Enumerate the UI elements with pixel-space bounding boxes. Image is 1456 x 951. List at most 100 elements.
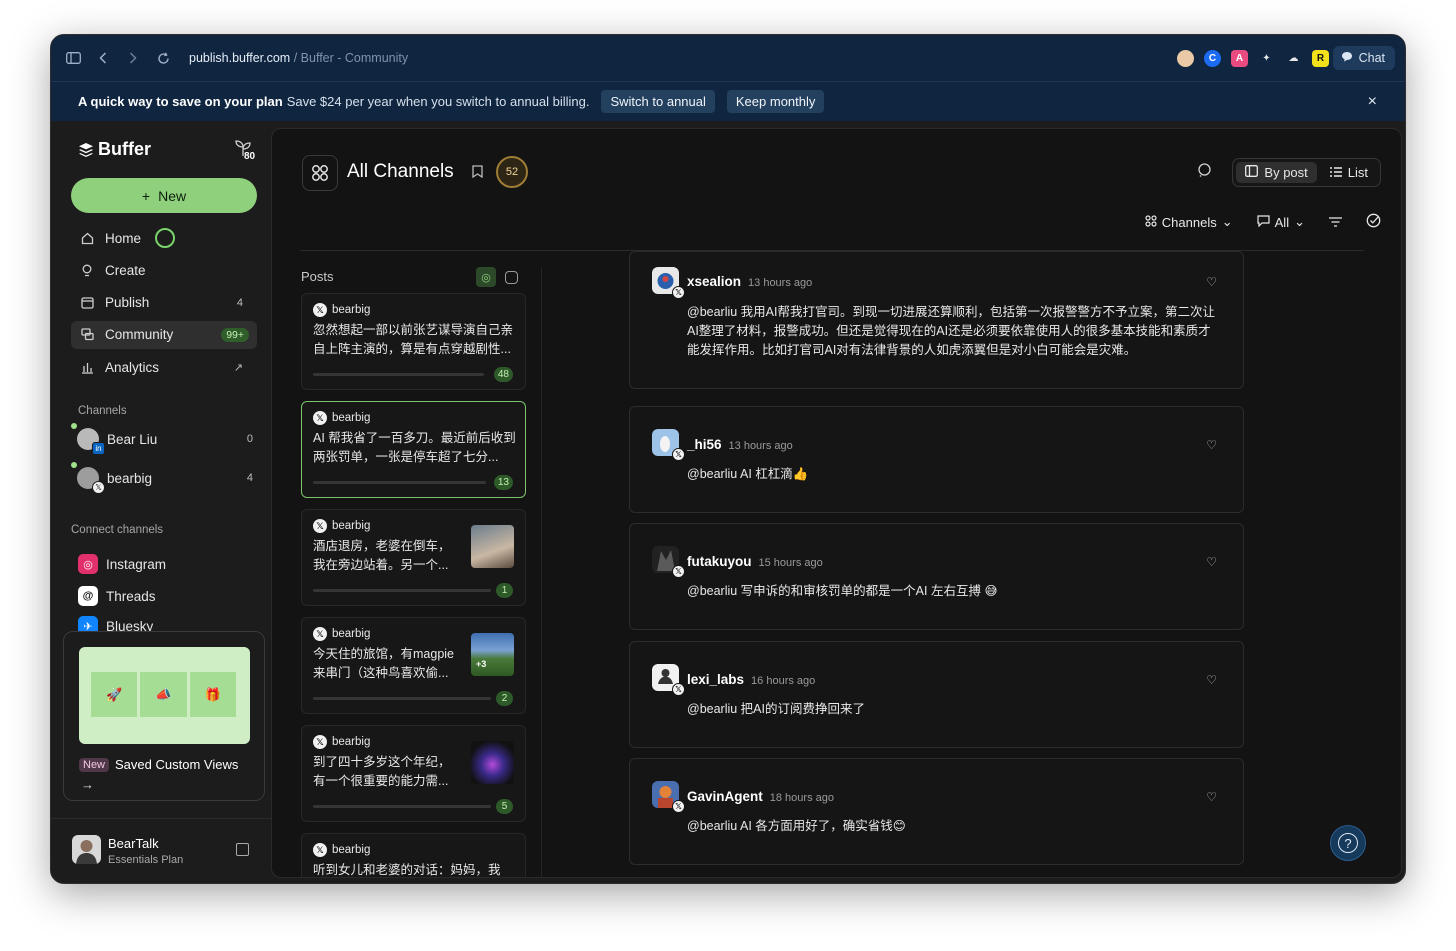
view-list-label: List <box>1347 165 1368 180</box>
avatar: 𝕏 <box>652 546 685 578</box>
channel-bear-liu[interactable]: in Bear Liu 0 <box>71 423 257 455</box>
connect-bluesky[interactable]: ✈ Bluesky <box>78 616 153 632</box>
post-card[interactable]: 𝕏bearbig 酒店退房，老婆在倒车，我在旁边站着。另一个... 1 <box>301 509 526 606</box>
home-icon <box>81 232 95 245</box>
saved-views-promo[interactable]: 🚀 📣 🎁 New Saved Custom Views → <box>63 631 265 801</box>
x-icon: 𝕏 <box>313 303 327 317</box>
main-nav: Home Create Publish 4 Community 99+ Anal… <box>71 224 257 385</box>
sort-icon[interactable] <box>1329 215 1342 230</box>
reply-card[interactable]: 𝕏 GavinAgent 18 hours ago ♡ @bearliu AI 各… <box>629 758 1244 865</box>
score-badge[interactable]: 52 <box>496 156 528 188</box>
user-footer[interactable]: BearTalk Essentials Plan <box>51 818 271 883</box>
plant-count: 80 <box>244 151 256 162</box>
linkedin-icon: in <box>92 442 105 455</box>
reply-text: @bearliu 写申诉的和审核罚单的都是一个AI 左右互搏 😅 <box>687 584 998 598</box>
help-button[interactable]: ? <box>1330 825 1366 861</box>
post-card[interactable]: 𝕏bearbig 今天住的旅馆，有magpie来串门（这种鸟喜欢偷... +3 … <box>301 617 526 714</box>
filter-bar: Channels ⌄ All ⌄ <box>1145 213 1381 231</box>
reply-card[interactable]: 𝕏 _hi56 13 hours ago ♡ @bearliu AI 杠杠滴👍 <box>629 406 1244 513</box>
reply-author: xsealion 13 hours ago <box>687 274 813 289</box>
post-progress-bar <box>313 481 486 484</box>
user-name: BearTalk <box>108 836 159 851</box>
keep-monthly-button[interactable]: Keep monthly <box>726 90 825 113</box>
panel-icon[interactable] <box>505 271 518 284</box>
nav-label: Home <box>105 230 142 246</box>
channels-filter-dropdown[interactable]: Channels ⌄ <box>1145 214 1233 230</box>
extension-gift-icon[interactable]: ✦ <box>1258 50 1275 67</box>
reply-card[interactable]: 𝕏 xsealion 13 hours ago ♡ @bearliu 我用AI帮我… <box>629 251 1244 389</box>
post-progress-bar <box>313 373 484 376</box>
post-progress-bar <box>313 589 491 592</box>
lightbulb-icon <box>81 264 95 277</box>
bookmark-icon[interactable] <box>472 165 483 181</box>
banner-close-icon[interactable]: × <box>1368 93 1377 111</box>
channels-filter-label: Channels <box>1161 214 1217 230</box>
reply-author: futakuyou 15 hours ago <box>687 554 823 569</box>
post-reply-count: 13 <box>493 475 513 490</box>
x-icon: 𝕏 <box>672 800 685 813</box>
chat-button[interactable]: Chat <box>1332 46 1395 70</box>
connect-label: Bluesky <box>106 619 154 632</box>
post-card-selected[interactable]: 𝕏bearbig AI 帮我省了一百多刀。最近前后收到两张罚单，一张是停车超了七… <box>301 401 526 498</box>
post-author: bearbig <box>332 520 371 532</box>
plus-icon: + <box>141 187 151 204</box>
reply-card[interactable]: 𝕏 lexi_labs 16 hours ago ♡ @bearliu 把AI的订… <box>629 641 1244 748</box>
post-card[interactable]: 𝕏bearbig 忽然想起一部以前张艺谋导演自己亲自上阵主演的，算是有点穿越剧性… <box>301 293 526 390</box>
heart-icon[interactable]: ♡ <box>1206 673 1217 687</box>
extension-cloud-icon[interactable]: ☁ <box>1285 50 1302 67</box>
external-link-icon: ↗ <box>233 361 243 374</box>
switch-annual-button[interactable]: Switch to annual <box>601 90 715 113</box>
more-images-label: +3 <box>476 659 487 669</box>
chevron-down-icon: ⌄ <box>1294 214 1305 229</box>
nav-item-community[interactable]: Community 99+ <box>71 320 257 349</box>
arrow-right-icon[interactable]: → <box>81 777 94 792</box>
address-bar[interactable]: publish.buffer.com / Buffer - Community <box>189 51 408 65</box>
reply-time: 13 hours ago <box>728 440 793 452</box>
nav-item-create[interactable]: Create <box>71 256 257 284</box>
extension-c-icon[interactable]: C <box>1204 50 1221 67</box>
view-by-post-button[interactable]: By post <box>1236 162 1317 183</box>
heart-icon[interactable]: ♡ <box>1206 275 1217 289</box>
main-panel: All Channels 52 By post List Channels ⌄ … <box>271 128 1402 878</box>
post-card[interactable]: 𝕏bearbig 到了四十多岁这个年纪，有一个很重要的能力需... 5 <box>301 725 526 822</box>
channel-bearbig[interactable]: 𝕏 bearbig 4 <box>71 462 257 494</box>
check-circle-icon[interactable] <box>1366 213 1381 231</box>
x-icon: 𝕏 <box>313 735 327 749</box>
reload-icon[interactable] <box>155 50 171 66</box>
conversation-icon[interactable] <box>1197 163 1212 182</box>
heart-icon[interactable]: ♡ <box>1206 555 1217 569</box>
extension-r-icon[interactable]: R <box>1312 50 1329 67</box>
instagram-icon: ◎ <box>78 554 98 574</box>
forward-icon[interactable] <box>125 50 141 66</box>
camera-icon[interactable]: ◎ <box>476 267 496 287</box>
post-card[interactable]: 𝕏bearbig 听到女儿和老婆的对话：妈妈，我 <box>301 833 526 877</box>
post-author: bearbig <box>332 412 371 424</box>
buffer-logo[interactable]: Buffer <box>78 139 151 160</box>
nav-item-analytics[interactable]: Analytics ↗ <box>71 353 257 381</box>
nav-item-publish[interactable]: Publish 4 <box>71 289 257 317</box>
x-icon: 𝕏 <box>313 627 327 641</box>
nav-item-home[interactable]: Home <box>71 224 257 252</box>
collapse-sidebar-icon[interactable] <box>236 843 249 856</box>
plant-icon[interactable]: 80 <box>234 139 256 162</box>
connect-instagram[interactable]: ◎ Instagram <box>78 552 166 576</box>
new-pill: New <box>79 757 110 772</box>
post-progress-bar <box>313 697 491 700</box>
header-actions: By post List <box>1197 158 1381 187</box>
sidebar-toggle-icon[interactable] <box>65 50 81 66</box>
extension-translate-icon[interactable]: A <box>1231 50 1248 67</box>
heart-icon[interactable]: ♡ <box>1206 438 1217 452</box>
reply-text: @bearliu AI 各方面用好了，确实省钱😊 <box>687 819 906 833</box>
back-icon[interactable] <box>95 50 111 66</box>
extension-avatar-icon[interactable] <box>1177 50 1194 67</box>
type-filter-dropdown[interactable]: All ⌄ <box>1257 214 1305 230</box>
connect-threads[interactable]: @ Threads <box>78 584 156 608</box>
view-list-button[interactable]: List <box>1321 162 1377 183</box>
post-reply-count: 2 <box>496 691 513 706</box>
grid-icon <box>1145 214 1157 230</box>
type-filter-label: All <box>1274 214 1290 230</box>
post-author: bearbig <box>332 304 371 316</box>
heart-icon[interactable]: ♡ <box>1206 790 1217 804</box>
new-post-button[interactable]: + New <box>71 178 257 213</box>
reply-card[interactable]: 𝕏 futakuyou 15 hours ago ♡ @bearliu 写申诉的和… <box>629 523 1244 630</box>
